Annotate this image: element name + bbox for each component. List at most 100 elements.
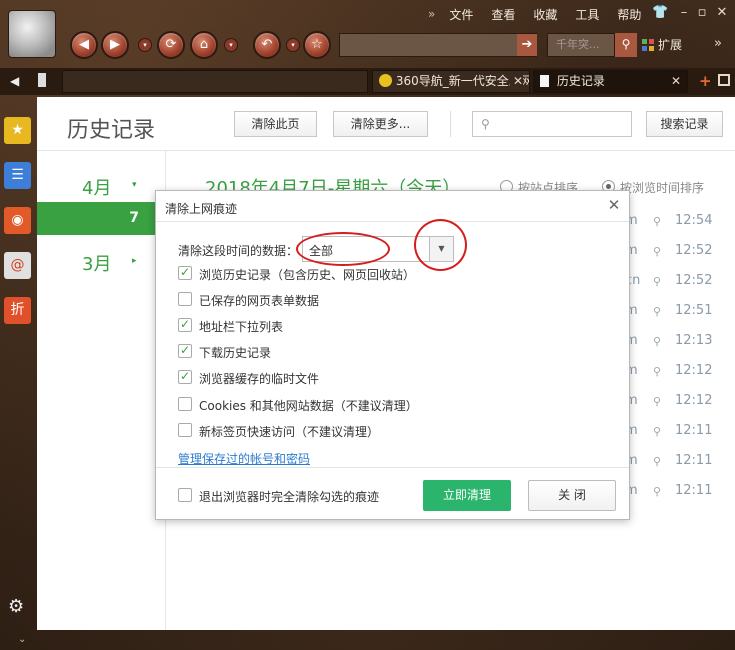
cache-files-checkbox[interactable] [178,369,192,384]
header-divider [450,111,451,137]
tab-history-close-icon[interactable]: ✕ [671,71,681,92]
row-time: 12:52 [675,243,713,258]
download-history-label[interactable]: 下载历史记录 [199,344,271,361]
row-time: 12:11 [675,453,713,468]
tab-360-close-icon[interactable]: ✕ [509,71,523,92]
annotation-circle-value [296,232,390,266]
row-search-icon[interactable]: ⚲ [653,365,661,378]
watermark-url: jingyan.baidu.com [566,618,647,629]
notes-icon[interactable]: ☰ [4,162,31,189]
address-dropdown-checkbox[interactable] [178,317,192,332]
left-arrow-icon[interactable]: ◀ [10,74,19,88]
watermark-brand: Baidu经验 [560,593,666,618]
dialog-title-separator [156,221,629,222]
sort-by-time-label[interactable]: 按浏览时间排序 [620,179,704,196]
new-tab-quick-access-label[interactable]: 新标签页快速访问（不建议清理） [199,423,379,440]
search-history-button[interactable]: 搜索记录 [646,111,723,137]
row-search-icon[interactable]: ⚲ [653,455,661,468]
dialog-title: 清除上网痕迹 [165,202,238,216]
cookies-checkbox[interactable] [178,397,192,411]
download-history-checkbox[interactable] [178,343,192,358]
history-search-icon: ⚲ [481,117,490,131]
undo-dropdown-icon[interactable]: ▾ [286,38,300,52]
menu-view[interactable]: 查看 [491,6,515,23]
clear-on-exit-label[interactable]: 退出浏览器时完全清除勾选的痕迹 [199,488,379,505]
browsing-history-label[interactable]: 浏览历史记录（包含历史、网页回收站） [199,266,415,283]
toolbar-more-icon[interactable]: » [710,36,726,52]
discount-icon[interactable]: 折 [4,297,31,324]
month-april[interactable]: 4月 [82,174,111,200]
menu-tools[interactable]: 工具 [575,6,599,23]
refresh-icon[interactable]: ⟳ [157,31,185,59]
row-search-icon[interactable]: ⚲ [653,245,661,258]
row-search-icon[interactable]: ⚲ [653,335,661,348]
row-search-icon[interactable]: ⚲ [653,425,661,438]
tab-empty[interactable] [62,70,368,93]
address-bar[interactable] [339,33,537,57]
maximize-icon[interactable]: ▫ [694,5,710,21]
month-march[interactable]: 3月 [82,250,111,276]
form-data-checkbox[interactable] [178,292,192,306]
cookies-label[interactable]: Cookies 和其他网站数据（不建议清理） [199,397,418,414]
clear-more-button[interactable]: 清除更多... [333,111,428,137]
tab-history-title: 历史记录 [556,74,605,88]
go-icon[interactable]: ➔ [517,34,537,56]
page-icon [38,73,46,87]
row-search-icon[interactable]: ⚲ [653,395,661,408]
page-title: 历史记录 [67,118,156,143]
row-search-icon[interactable]: ⚲ [653,215,661,228]
forward-dropdown-icon[interactable]: ▾ [138,38,152,52]
home-dropdown-icon[interactable]: ▾ [224,38,238,52]
menu-more-icon[interactable]: » [428,7,435,21]
favorites-star-icon[interactable]: ★ [4,117,31,144]
row-time: 12:12 [675,363,713,378]
month-march-arrow-icon[interactable]: ▸ [132,256,137,266]
back-icon[interactable]: ◀ [70,31,98,59]
forward-icon[interactable]: ▶ [101,31,129,59]
undo-close-icon[interactable]: ↶ [253,31,281,59]
month-april-arrow-icon[interactable]: ▾ [132,180,137,190]
dialog-close-icon[interactable]: ✕ [606,197,622,213]
extensions-button[interactable]: 扩展 [642,36,682,53]
history-search-input[interactable]: ⚲ [472,111,632,137]
toolbar-search-icon[interactable]: ⚲ [615,33,637,57]
address-dropdown-label[interactable]: 地址栏下拉列表 [199,318,283,335]
browsing-history-checkbox[interactable] [178,265,192,280]
new-tab-quick-access-checkbox[interactable] [178,423,192,437]
tab-list-icon[interactable] [718,74,730,86]
menu-help[interactable]: 帮助 [617,6,641,23]
extensions-label: 扩展 [658,38,683,52]
toolbar-search-input[interactable]: 千年突... [547,33,615,57]
menu-file[interactable]: 文件 [449,6,473,23]
settings-icon[interactable]: ⚙ [8,596,24,617]
skin-icon[interactable]: 👕 [652,5,668,21]
browser-logo[interactable] [8,10,56,58]
tab-history[interactable]: 历史记录 ✕ [533,70,688,93]
home-icon[interactable]: ⌂ [190,31,218,59]
clear-page-button[interactable]: 清除此页 [234,111,317,137]
collapse-icon[interactable]: ⌄ [18,634,26,645]
weibo-icon[interactable]: ◉ [4,207,31,234]
new-tab-icon[interactable]: + [699,72,712,90]
mail-icon[interactable]: @ [4,252,31,279]
row-time: 12:52 [675,273,713,288]
cache-files-label[interactable]: 浏览器缓存的临时文件 [199,370,319,387]
tab-history-favicon [540,75,549,87]
form-data-label[interactable]: 已保存的网页表单数据 [199,292,319,309]
clear-on-exit-checkbox[interactable] [178,488,192,502]
row-search-icon[interactable]: ⚲ [653,485,661,498]
minimize-icon[interactable]: – [676,5,692,21]
tab-360-nav[interactable]: 360导航_新一代安全上网导航 ✕ [372,70,530,93]
dialog-close-button[interactable]: 关 闭 [528,480,616,511]
clear-now-button[interactable]: 立即清理 [423,480,511,511]
menu-favorites[interactable]: 收藏 [533,6,557,23]
manage-passwords-link[interactable]: 管理保存过的帐号和密码 [178,450,310,467]
row-time: 12:54 [675,213,713,228]
row-search-icon[interactable]: ⚲ [653,275,661,288]
extensions-icon [642,38,654,51]
favorite-star-icon[interactable]: ☆ [303,31,331,59]
dialog-footer-separator [156,467,629,468]
row-search-icon[interactable]: ⚲ [653,305,661,318]
window-close-icon[interactable]: ✕ [714,5,730,21]
day-7-item[interactable]: 7 [37,202,166,235]
